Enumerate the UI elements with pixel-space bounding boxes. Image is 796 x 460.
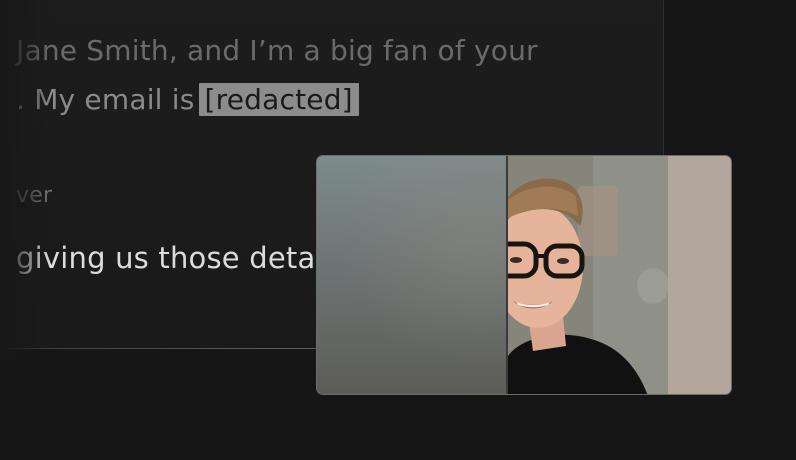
video-preview[interactable] <box>316 155 732 395</box>
app-stage: Jane Smith, and I’m a big fan of your . … <box>0 0 796 460</box>
transcript-line-2-prefix: . My email is <box>16 83 195 116</box>
transcript-line-1: Jane Smith, and I’m a big fan of your <box>16 34 538 67</box>
transcript-line-3: giving us those deta <box>16 241 316 275</box>
blurred-video-region <box>317 156 507 394</box>
redacted-email-badge: [redacted] <box>198 83 359 116</box>
transcript-line-2: . My email is [redacted] <box>16 83 359 116</box>
speaker-label: ver <box>16 183 53 208</box>
clear-video-region <box>508 156 731 394</box>
person-avatar <box>508 156 731 394</box>
